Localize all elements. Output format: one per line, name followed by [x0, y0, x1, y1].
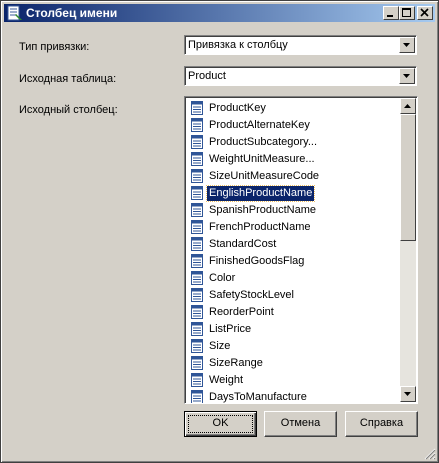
cancel-button[interactable]: Отмена [264, 411, 337, 437]
window-title: Столбец имени [26, 6, 118, 20]
column-list-item[interactable]: Size [187, 338, 399, 355]
column-name: ProductAlternateKey [209, 119, 310, 131]
column-icon [191, 220, 203, 234]
minimize-button[interactable] [383, 6, 399, 20]
column-icon [191, 305, 203, 319]
column-icon [191, 322, 203, 336]
column-name: SizeUnitMeasureCode [209, 170, 320, 182]
column-icon [191, 186, 203, 200]
chevron-down-icon [403, 43, 410, 47]
source-table-dropdown-button[interactable] [399, 68, 415, 84]
binding-type-label: Тип привязки: [19, 41, 90, 53]
column-list-item[interactable]: ListPrice [187, 321, 399, 338]
source-table-value: Product [188, 70, 226, 82]
column-list-item[interactable]: ProductKey [187, 100, 399, 117]
column-name: FinishedGoodsFlag [209, 255, 305, 267]
maximize-icon [402, 8, 411, 17]
column-name: SizeRange [209, 357, 263, 369]
column-name: FrenchProductName [209, 221, 311, 233]
dialog-window: Столбец имени Тип привязки: Привязка к с… [0, 0, 439, 463]
source-column-label: Исходный столбец: [19, 104, 118, 116]
column-icon [191, 254, 203, 268]
column-icon [191, 101, 203, 115]
close-button[interactable] [417, 6, 433, 20]
column-list-item[interactable]: EnglishProductName [187, 185, 399, 202]
column-name: SafetyStockLevel [209, 289, 294, 301]
column-list-item[interactable]: FrenchProductName [187, 219, 399, 236]
column-name: ProductKey [209, 102, 266, 114]
column-list-item[interactable]: ReorderPoint [187, 304, 399, 321]
column-icon [191, 390, 203, 403]
help-button-label: Справка [359, 417, 404, 429]
source-table-label: Исходная таблица: [19, 73, 117, 85]
cancel-button-label: Отмена [280, 417, 321, 429]
ok-button[interactable]: OK [184, 411, 257, 437]
chevron-down-icon [404, 392, 411, 396]
column-list-item[interactable]: FinishedGoodsFlag [187, 253, 399, 270]
source-table-combo[interactable]: Product [184, 66, 417, 86]
column-items: ProductKey ProductAlternateKey ProductSubc… [187, 100, 399, 403]
column-icon [191, 152, 203, 166]
title-bar[interactable]: Столбец имени [4, 4, 435, 22]
column-name: Color [209, 272, 236, 284]
column-icon [191, 339, 203, 353]
source-column-list[interactable]: ProductKey ProductAlternateKey ProductSubc… [184, 96, 418, 404]
column-list-item[interactable]: SpanishProductName [187, 202, 399, 219]
binding-type-value: Привязка к столбцу [188, 39, 288, 51]
scroll-thumb[interactable] [400, 114, 416, 241]
chevron-up-icon [404, 104, 411, 108]
chevron-down-icon [403, 74, 410, 78]
column-icon [191, 237, 203, 251]
column-icon [191, 373, 203, 387]
binding-type-dropdown-button[interactable] [399, 37, 415, 53]
column-icon [191, 135, 203, 149]
column-name: Size [209, 340, 231, 352]
vertical-scrollbar[interactable] [400, 98, 416, 402]
column-list-item[interactable]: DaysToManufacture [187, 389, 399, 403]
binding-type-combo[interactable]: Привязка к столбцу [184, 35, 417, 55]
help-button[interactable]: Справка [345, 411, 418, 437]
scroll-down-button[interactable] [400, 386, 416, 402]
column-name: Weight [209, 374, 244, 386]
column-icon [191, 118, 203, 132]
column-name: ListPrice [209, 323, 252, 335]
column-name: StandardCost [209, 238, 277, 250]
column-list-item[interactable]: SizeUnitMeasureCode [187, 168, 399, 185]
column-icon [191, 169, 203, 183]
column-properties-icon [7, 5, 22, 21]
maximize-button[interactable] [399, 6, 415, 20]
minimize-icon [387, 15, 393, 17]
column-name: WeightUnitMeasure... [209, 153, 315, 165]
column-list-item[interactable]: ProductAlternateKey [187, 117, 399, 134]
column-name: SpanishProductName [209, 204, 317, 216]
focus-rectangle [188, 415, 253, 433]
column-icon [191, 288, 203, 302]
column-list-item[interactable]: SafetyStockLevel [187, 287, 399, 304]
column-icon [191, 203, 203, 217]
resize-grip-icon[interactable] [424, 448, 436, 460]
column-list-item[interactable]: ProductSubcategory... [187, 134, 399, 151]
close-icon [420, 8, 429, 17]
column-name: DaysToManufacture [209, 391, 307, 403]
column-name: EnglishProductName [205, 185, 316, 202]
column-name: ProductSubcategory... [209, 136, 318, 148]
column-list-item[interactable]: Color [187, 270, 399, 287]
column-list-item[interactable]: WeightUnitMeasure... [187, 151, 399, 168]
column-name: ReorderPoint [209, 306, 274, 318]
column-list-item[interactable]: StandardCost [187, 236, 399, 253]
column-icon [191, 271, 203, 285]
column-list-item[interactable]: SizeRange [187, 355, 399, 372]
scroll-up-button[interactable] [400, 98, 416, 114]
column-icon [191, 356, 203, 370]
column-list-item[interactable]: Weight [187, 372, 399, 389]
